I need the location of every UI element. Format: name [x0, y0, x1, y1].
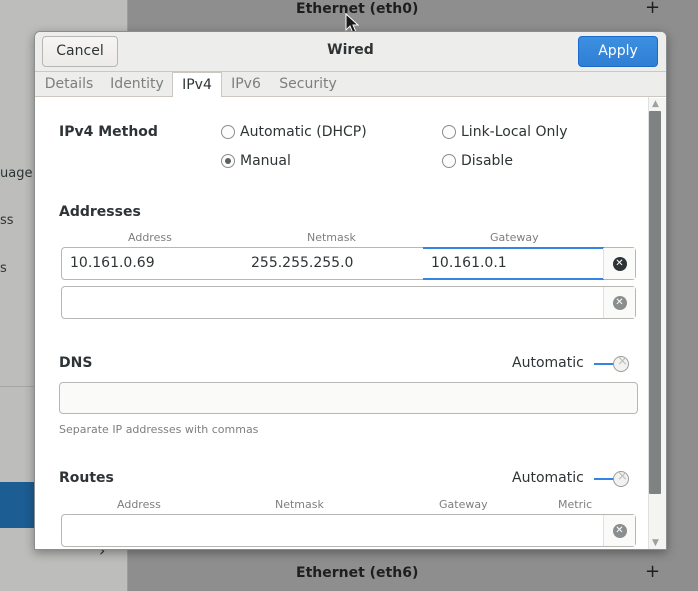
scroll-up-icon[interactable]: ▲ — [652, 99, 659, 109]
addresses-heading: Addresses — [59, 204, 141, 220]
delete-address-button[interactable]: ✕ — [603, 287, 635, 318]
radio-disable-label: Disable — [461, 153, 513, 169]
route-metric-column-header: Metric — [558, 498, 593, 511]
dns-heading: DNS — [59, 355, 93, 371]
ipv4-method-label: IPv4 Method — [59, 124, 158, 140]
radio-automatic-dhcp[interactable]: Automatic (DHCP) — [221, 124, 367, 140]
wired-connection-dialog: Cancel Wired Apply Details Identity IPv4… — [34, 31, 667, 550]
netmask-column-header: Netmask — [307, 231, 356, 244]
sidebar-fragment-2: ss — [0, 213, 14, 228]
tab-security[interactable]: Security — [271, 72, 345, 97]
radio-manual-label: Manual — [240, 153, 291, 169]
routes-heading: Routes — [59, 470, 114, 486]
gateway-input[interactable] — [423, 287, 604, 318]
radio-link-local-label: Link-Local Only — [461, 124, 568, 140]
sidebar-fragment-1: uage — [0, 166, 33, 181]
routes-automatic-switch[interactable] — [594, 469, 630, 488]
gateway-column-header: Gateway — [490, 231, 539, 244]
route-netmask-column-header: Netmask — [275, 498, 324, 511]
dialog-header-bar: Cancel Wired Apply — [35, 32, 666, 72]
radio-automatic-dhcp-label: Automatic (DHCP) — [240, 124, 367, 140]
tab-bar: Details Identity IPv4 IPv6 Security — [35, 72, 666, 98]
add-eth6-icon: + — [645, 561, 661, 582]
address-row: 10.161.0.69 255.255.255.0 10.161.0.1 ✕ — [61, 247, 636, 280]
ipv4-settings-panel: IPv4 Method Automatic (DHCP) Link-Local … — [35, 97, 649, 549]
routes-automatic-label: Automatic — [512, 470, 584, 486]
switch-off-icon — [613, 469, 629, 487]
address-input[interactable] — [62, 287, 242, 318]
netmask-input[interactable] — [243, 287, 423, 318]
address-row-empty: ✕ — [61, 286, 636, 319]
scroll-down-icon[interactable]: ▼ — [652, 538, 659, 548]
route-gateway-column-header: Gateway — [439, 498, 488, 511]
add-eth0-icon: + — [645, 0, 661, 18]
gateway-focus-indicator — [423, 247, 604, 249]
dns-input[interactable] — [59, 382, 638, 414]
dns-automatic-label: Automatic — [512, 355, 584, 371]
radio-icon — [221, 125, 235, 139]
switch-off-icon — [613, 354, 629, 372]
address-input[interactable]: 10.161.0.69 — [62, 248, 242, 279]
tab-ipv4[interactable]: IPv4 — [172, 72, 222, 98]
delete-icon: ✕ — [612, 256, 627, 271]
tab-identity[interactable]: Identity — [103, 72, 171, 97]
radio-icon — [442, 125, 456, 139]
dns-hint: Separate IP addresses with commas — [59, 423, 259, 436]
radio-manual[interactable]: Manual — [221, 153, 291, 169]
radio-link-local-only[interactable]: Link-Local Only — [442, 124, 568, 140]
delete-address-button[interactable]: ✕ — [603, 248, 635, 279]
apply-button[interactable]: Apply — [578, 36, 658, 67]
sidebar-fragment-3: s — [0, 261, 7, 276]
tab-details[interactable]: Details — [35, 72, 103, 97]
delete-icon: ✕ — [612, 295, 627, 310]
radio-disable[interactable]: Disable — [442, 153, 513, 169]
dns-automatic-switch[interactable] — [594, 354, 630, 373]
route-row[interactable]: ✕ — [61, 514, 636, 547]
dialog-title: Wired — [327, 42, 374, 58]
address-column-header: Address — [128, 231, 172, 244]
gateway-input[interactable]: 10.161.0.1 — [423, 248, 604, 279]
ethernet-eth6-label: Ethernet (eth6) — [296, 565, 419, 581]
radio-selected-icon — [221, 154, 235, 168]
gateway-focus-indicator — [423, 278, 604, 280]
delete-icon: ✕ — [612, 523, 627, 538]
scrollbar-thumb[interactable] — [649, 111, 661, 494]
radio-icon — [442, 154, 456, 168]
route-address-column-header: Address — [117, 498, 161, 511]
delete-route-button[interactable]: ✕ — [603, 515, 635, 546]
tab-ipv6[interactable]: IPv6 — [223, 72, 269, 97]
netmask-input[interactable]: 255.255.255.0 — [243, 248, 423, 279]
